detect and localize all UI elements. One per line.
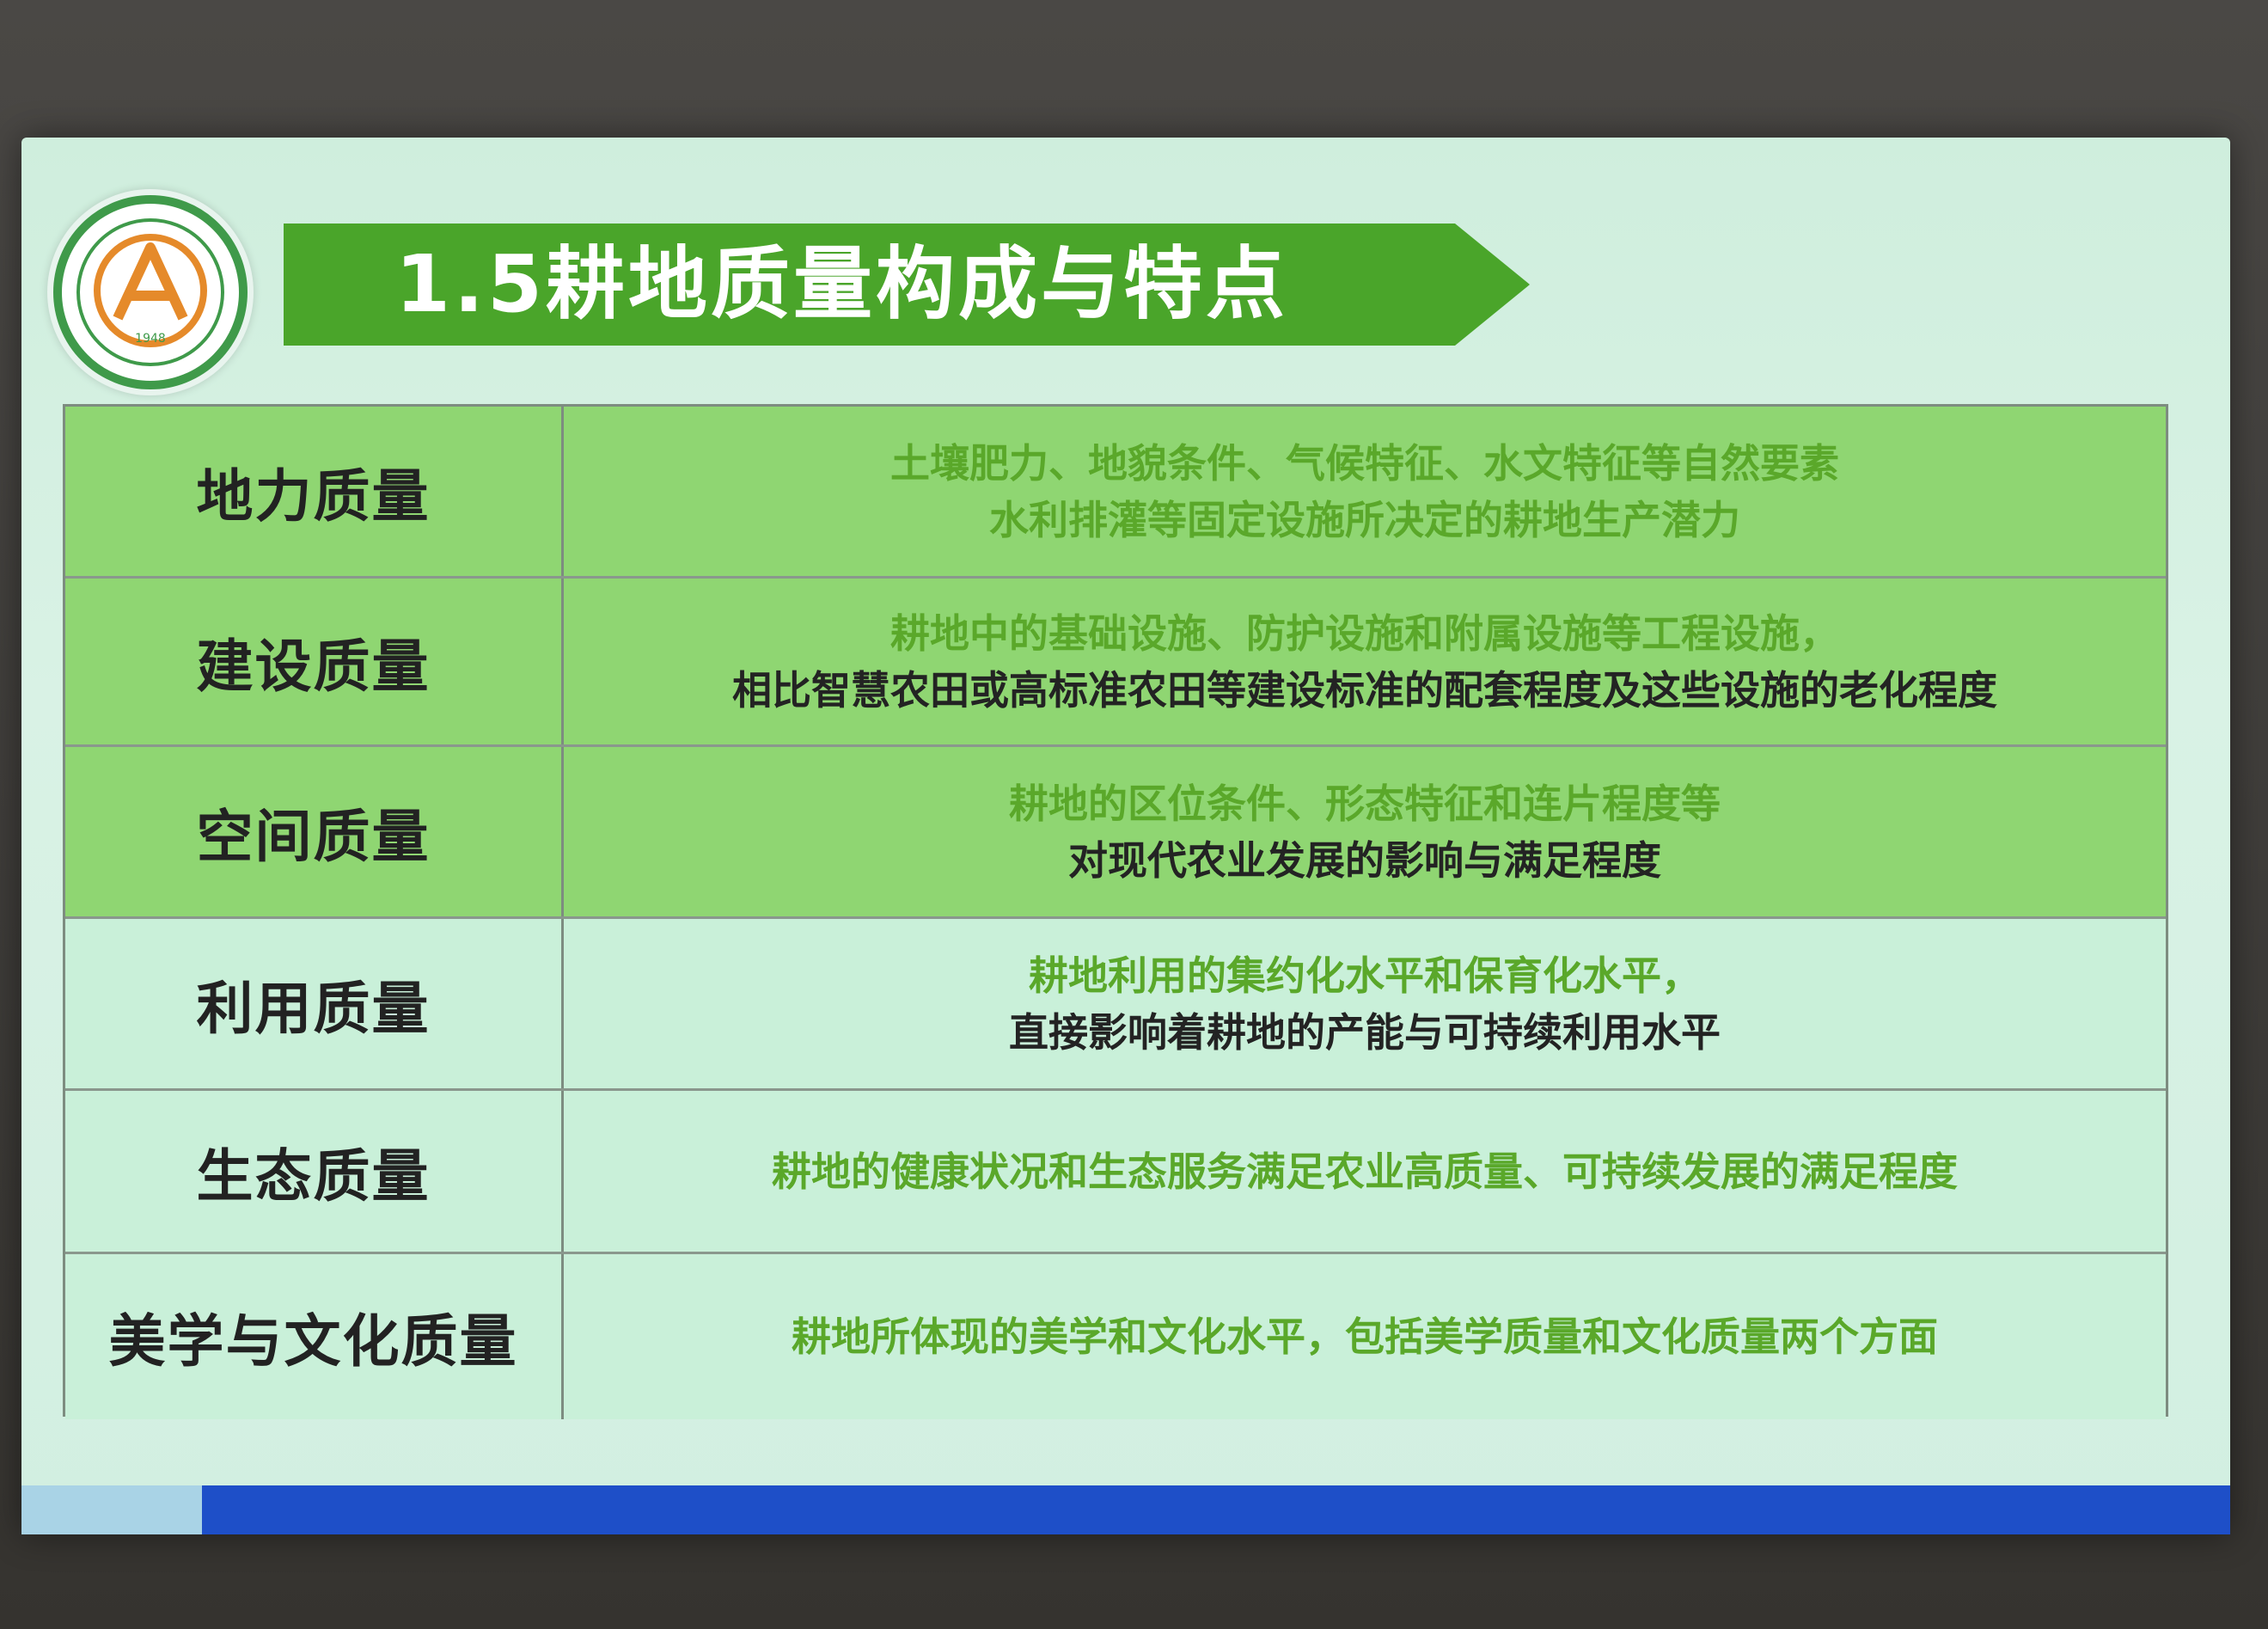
row-label: 地力质量 (196, 462, 431, 530)
table-row: 利用质量 耕地利用的集约化水平和保育化水平， 直接影响着耕地的产能与可持续利用水平 (65, 919, 2166, 1091)
projection-room-background: 1948 1.5耕地质量构成与特点 地力质量 土壤肥力、地貌条件、气候特征、水文特… (0, 0, 2268, 1629)
table-row: 建设质量 耕地中的基础设施、防护设施和附属设施等工程设施， 相比智慧农田或高标准农田… (65, 579, 2166, 747)
logo-year: 1948 (135, 332, 166, 346)
row-description-line: 耕地的健康状况和生态服务满足农业高质量、可持续发展的满足程度 (772, 1148, 1958, 1195)
title-banner: 1.5耕地质量构成与特点 (284, 224, 1530, 346)
row-label-cell: 利用质量 (65, 919, 564, 1088)
row-label-cell: 空间质量 (65, 747, 564, 916)
university-seal-icon: 1948 (53, 195, 248, 389)
row-description-line: 土壤肥力、地貌条件、气候特征、水文特征等自然要素 (890, 439, 1839, 487)
row-description-line: 对现代农业发展的影响与满足程度 (1068, 836, 1661, 884)
row-label-cell: 地力质量 (65, 407, 564, 576)
row-description-line: 耕地所体现的美学和文化水平，包括美学质量和文化质量两个方面 (792, 1314, 1938, 1360)
bottom-bar (202, 1485, 2230, 1534)
row-description-line: 耕地利用的集约化水平和保育化水平， (1029, 952, 1701, 999)
row-description-cell: 耕地利用的集约化水平和保育化水平， 直接影响着耕地的产能与可持续利用水平 (564, 919, 2166, 1088)
row-description-line: 耕地中的基础设施、防护设施和附属设施等工程设施， (890, 609, 1839, 657)
bottom-bar-accent (21, 1485, 202, 1534)
row-description-cell: 耕地的区位条件、形态特征和连片程度等 对现代农业发展的影响与满足程度 (564, 747, 2166, 916)
table-row: 生态质量 耕地的健康状况和生态服务满足农业高质量、可持续发展的满足程度 (65, 1091, 2166, 1254)
row-description-line: 相比智慧农田或高标准农田等建设标准的配套程度及这些设施的老化程度 (732, 666, 1997, 713)
row-description-line: 直接影响着耕地的产能与可持续利用水平 (1009, 1008, 1721, 1056)
row-label: 空间质量 (196, 803, 431, 870)
quality-table: 地力质量 土壤肥力、地貌条件、气候特征、水文特征等自然要素 水利排灌等固定设施所决定… (63, 404, 2168, 1419)
row-label: 利用质量 (196, 975, 431, 1042)
row-description-cell: 土壤肥力、地貌条件、气候特征、水文特征等自然要素 水利排灌等固定设施所决定的耕地生… (564, 407, 2166, 576)
slide-title: 1.5耕地质量构成与特点 (395, 238, 1288, 330)
row-description-cell: 耕地中的基础设施、防护设施和附属设施等工程设施， 相比智慧农田或高标准农田等建设标… (564, 579, 2166, 744)
row-label: 生态质量 (196, 1142, 431, 1210)
university-logo: 1948 (47, 189, 254, 395)
row-description-line: 耕地的区位条件、形态特征和连片程度等 (1009, 780, 1721, 827)
row-label: 美学与文化质量 (108, 1308, 518, 1375)
table-row: 空间质量 耕地的区位条件、形态特征和连片程度等 对现代农业发展的影响与满足程度 (65, 747, 2166, 919)
row-description-cell: 耕地所体现的美学和文化水平，包括美学质量和文化质量两个方面 (564, 1254, 2166, 1419)
table-row: 地力质量 土壤肥力、地貌条件、气候特征、水文特征等自然要素 水利排灌等固定设施所决定… (65, 407, 2166, 579)
row-description-line: 水利排灌等固定设施所决定的耕地生产潜力 (989, 496, 1740, 543)
row-label-cell: 生态质量 (65, 1091, 564, 1252)
row-description-cell: 耕地的健康状况和生态服务满足农业高质量、可持续发展的满足程度 (564, 1091, 2166, 1252)
table-row: 美学与文化质量 耕地所体现的美学和文化水平，包括美学质量和文化质量两个方面 (65, 1254, 2166, 1419)
row-label: 建设质量 (196, 633, 431, 700)
projected-slide: 1948 1.5耕地质量构成与特点 地力质量 土壤肥力、地貌条件、气候特征、水文特… (21, 138, 2230, 1534)
row-label-cell: 建设质量 (65, 579, 564, 744)
row-label-cell: 美学与文化质量 (65, 1254, 564, 1419)
